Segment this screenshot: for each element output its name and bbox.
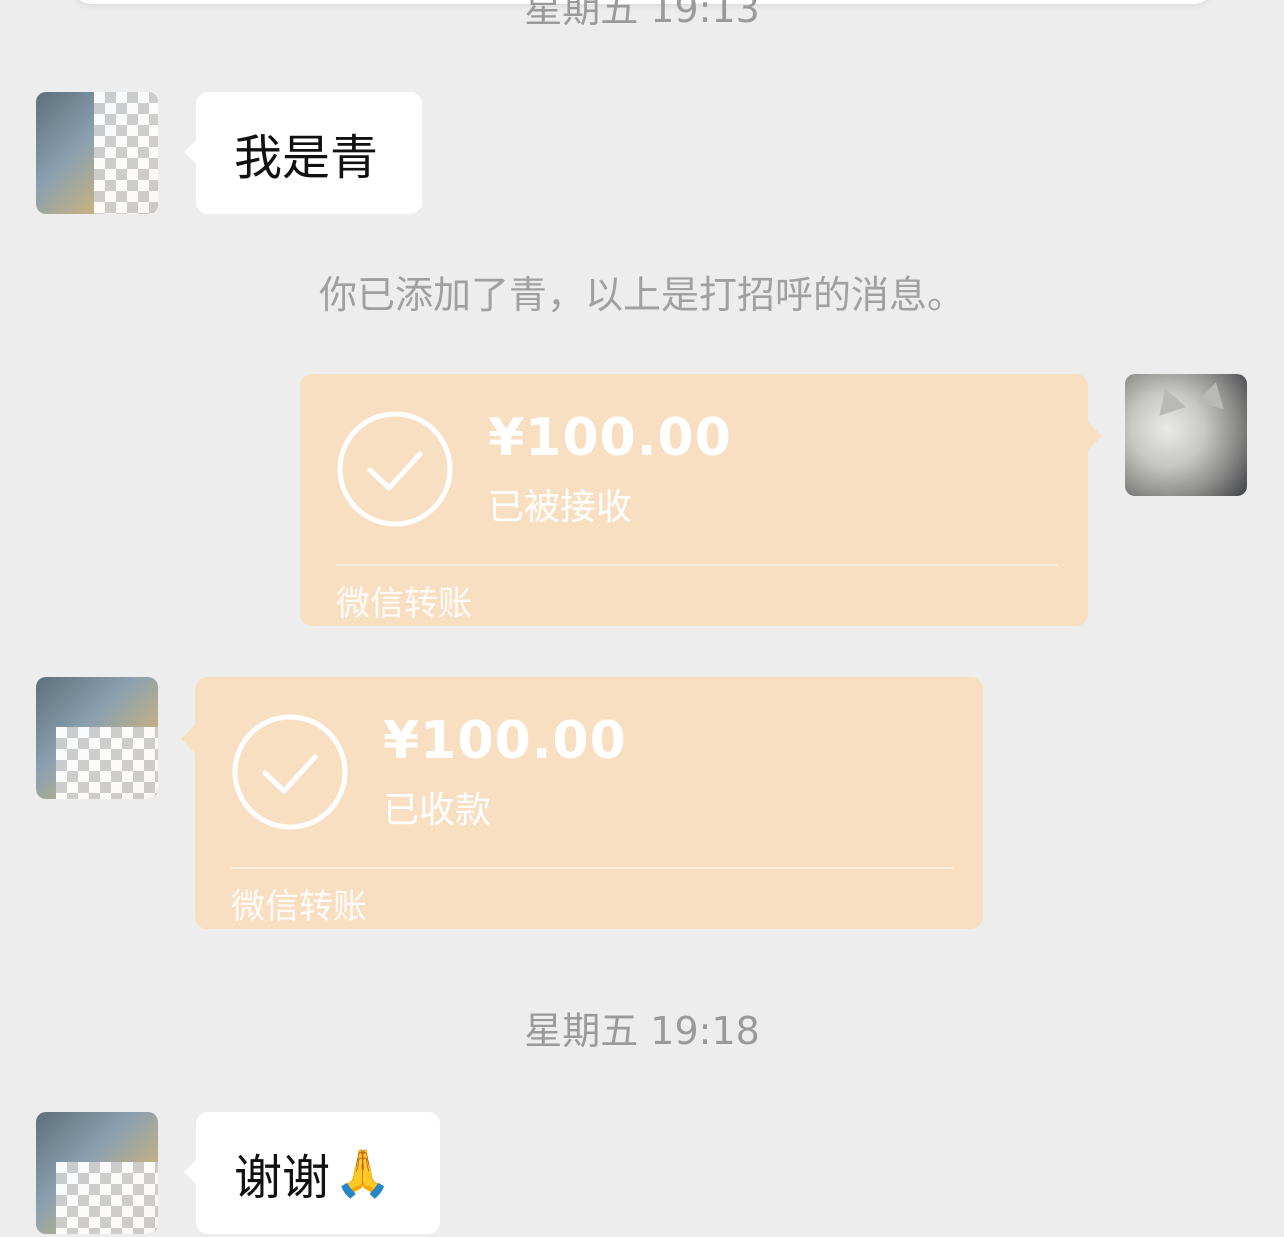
contact-avatar[interactable] (36, 677, 158, 799)
cat-ear (1196, 378, 1230, 410)
transfer-status: 已收款 (383, 790, 492, 831)
message-bubble-thanks[interactable]: 谢谢 🙏 (184, 1112, 440, 1234)
message-text: 谢谢 (234, 1150, 331, 1206)
system-notice: 你已添加了青，以上是打招呼的消息。 (318, 273, 965, 317)
transfer-label: 微信转账 (231, 887, 367, 927)
check-circle-icon (337, 411, 453, 527)
contact-avatar[interactable] (36, 92, 158, 214)
blur-mask (56, 727, 158, 799)
transfer-amount: ¥100.00 (383, 711, 627, 771)
timestamp-top: 星期五 19:13 (524, 0, 760, 31)
transfer-label: 微信转账 (336, 584, 472, 624)
transfer-card-received[interactable]: ¥100.00 已收款 微信转账 (181, 677, 983, 929)
contact-avatar[interactable] (36, 1112, 158, 1234)
transfer-status: 已被接收 (488, 487, 633, 528)
blur-mask (94, 92, 158, 214)
folded-hands-icon: 🙏 (334, 1145, 392, 1200)
timestamp-divider: 星期五 19:18 (524, 1009, 760, 1053)
transfer-divider (336, 564, 1058, 566)
transfer-card-sent[interactable]: ¥100.00 已被接收 微信转账 (300, 374, 1102, 626)
message-bubble-greeting[interactable]: 我是青 (184, 92, 422, 214)
transfer-amount: ¥100.00 (488, 408, 732, 468)
transfer-divider (231, 867, 953, 869)
check-circle-icon (232, 714, 348, 830)
cat-ear (1151, 384, 1187, 416)
my-avatar[interactable] (1125, 374, 1247, 496)
message-text: 我是青 (234, 130, 379, 186)
blur-mask (56, 1162, 158, 1234)
